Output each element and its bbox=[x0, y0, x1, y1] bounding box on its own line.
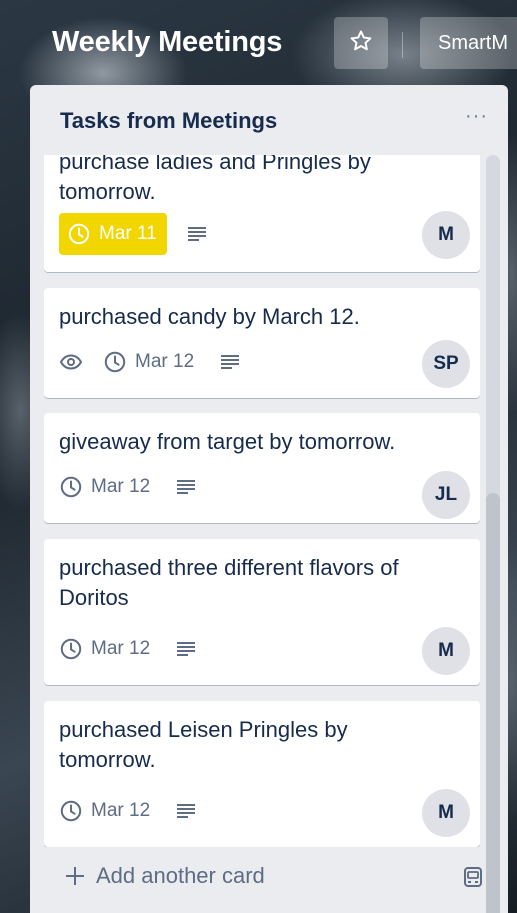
due-date-badge[interactable]: Mar 11 bbox=[59, 213, 167, 255]
plus-icon bbox=[64, 865, 86, 887]
team-button[interactable]: SmartM bbox=[420, 17, 517, 69]
list-menu-button[interactable]: ··· bbox=[465, 105, 488, 128]
member-avatar[interactable]: SP bbox=[422, 340, 470, 388]
card-title: purchased three different flavors of Dor… bbox=[59, 555, 399, 610]
due-date-badge[interactable]: Mar 12 bbox=[103, 342, 200, 382]
description-icon bbox=[176, 803, 196, 819]
clock-icon bbox=[59, 637, 83, 661]
card-title: purchase ladies and Pringles by tomorrow… bbox=[59, 155, 371, 204]
description-icon bbox=[187, 226, 207, 242]
card[interactable]: purchased three different flavors of Dor… bbox=[44, 539, 480, 685]
board-title[interactable]: Weekly Meetings bbox=[52, 26, 282, 59]
card[interactable]: purchased candy by March 12. Mar 12 SP bbox=[44, 288, 480, 398]
member-avatar[interactable]: M bbox=[422, 211, 470, 259]
list-footer: Add another card bbox=[30, 847, 508, 913]
card-badges: Mar 11 bbox=[59, 213, 207, 255]
card[interactable]: giveaway from target by tomorrow. Mar 12… bbox=[44, 413, 480, 523]
due-date-badge[interactable]: Mar 12 bbox=[59, 629, 156, 669]
due-date-text: Mar 12 bbox=[91, 638, 151, 659]
description-icon bbox=[176, 479, 196, 495]
due-date-text: Mar 12 bbox=[91, 476, 151, 497]
card-title: purchased Leisen Pringles by tomorrow. bbox=[59, 717, 348, 772]
description-icon bbox=[176, 641, 196, 657]
card-template-icon[interactable] bbox=[462, 865, 484, 889]
clock-icon bbox=[59, 799, 83, 823]
due-date-text: Mar 11 bbox=[99, 223, 157, 244]
star-board-button[interactable] bbox=[334, 17, 388, 69]
cards-viewport: purchase ladies and Pringles by tomorrow… bbox=[30, 155, 508, 847]
card[interactable]: purchase ladies and Pringles by tomorrow… bbox=[44, 155, 480, 272]
card-badges: Mar 12 bbox=[59, 629, 196, 669]
card-title: giveaway from target by tomorrow. bbox=[59, 429, 396, 454]
clock-icon bbox=[59, 475, 83, 499]
add-card-button[interactable]: Add another card bbox=[64, 863, 265, 889]
list: Tasks from Meetings ··· purchase ladies … bbox=[30, 85, 508, 913]
due-date-badge[interactable]: Mar 12 bbox=[59, 791, 156, 831]
card-badges: Mar 12 bbox=[59, 467, 196, 507]
card[interactable]: purchased Leisen Pringles by tomorrow. M… bbox=[44, 701, 480, 847]
card-badges: Mar 12 bbox=[59, 342, 240, 382]
description-icon bbox=[220, 354, 240, 370]
card-title: purchased candy by March 12. bbox=[59, 304, 360, 329]
list-title[interactable]: Tasks from Meetings bbox=[60, 108, 277, 134]
member-avatar[interactable]: M bbox=[422, 789, 470, 837]
due-date-text: Mar 12 bbox=[135, 351, 195, 372]
member-avatar[interactable]: M bbox=[422, 627, 470, 675]
due-date-badge[interactable]: Mar 12 bbox=[59, 467, 156, 507]
header-divider bbox=[402, 32, 403, 58]
clock-icon bbox=[67, 222, 91, 246]
due-date-text: Mar 12 bbox=[91, 800, 151, 821]
star-icon bbox=[348, 28, 374, 59]
eye-icon bbox=[59, 353, 83, 371]
add-card-label: Add another card bbox=[96, 863, 265, 888]
card-badges: Mar 12 bbox=[59, 791, 196, 831]
list-header: Tasks from Meetings ··· bbox=[30, 85, 508, 155]
member-avatar[interactable]: JL bbox=[422, 471, 470, 519]
clock-icon bbox=[103, 350, 127, 374]
